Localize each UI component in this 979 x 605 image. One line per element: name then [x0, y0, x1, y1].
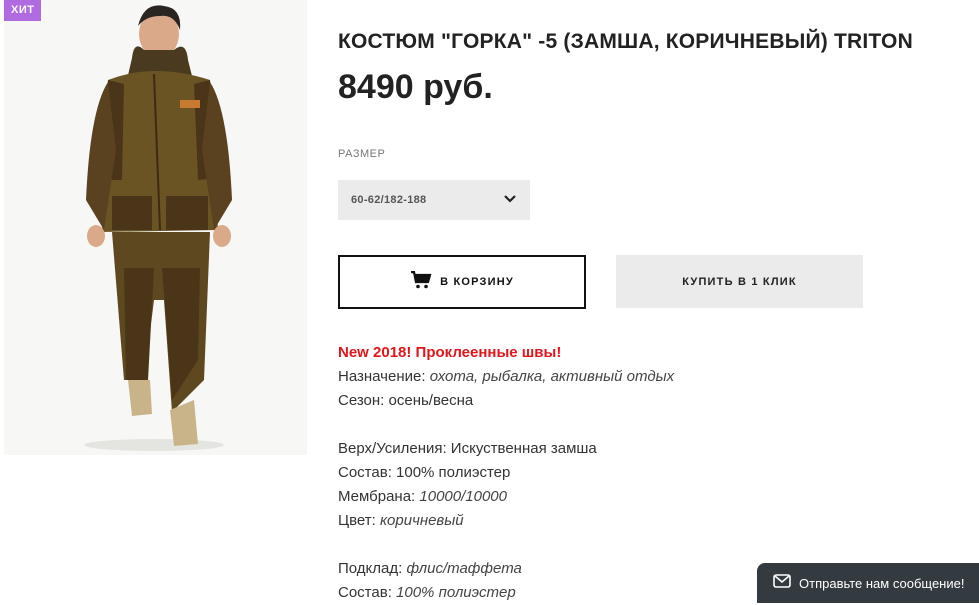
composition-line: Состав: 100% полиэстер [338, 464, 511, 481]
product-image[interactable]: ХИТ [4, 0, 307, 455]
membrane-line: Мембрана: 10000/10000 [338, 485, 674, 509]
chat-widget-button[interactable]: Отправьте нам сообщение! [757, 563, 979, 603]
purpose-value: охота, рыбалка, активный отдых [429, 368, 675, 385]
size-select[interactable]: 60-62/182-188 [338, 180, 530, 220]
color-line: Цвет: коричневый [338, 509, 674, 533]
season-line: Сезон: осень/весна [338, 392, 474, 409]
lining-label: Подклад: [338, 560, 403, 577]
cart-icon [410, 270, 432, 294]
product-description: New 2018! Проклеенные швы! Назначение: о… [338, 341, 674, 605]
lining-composition-line: Состав: 100% полиэстер [338, 581, 674, 605]
size-label: РАЗМЕР [338, 148, 386, 160]
size-selected-value: 60-62/182-188 [351, 194, 427, 206]
lining-line: Подклад: флис/таффета [338, 557, 674, 581]
product-price: 8490 руб. [338, 68, 493, 106]
purpose-line: Назначение: охота, рыбалка, активный отд… [338, 365, 674, 389]
top-material-line: Верх/Усиления: Искуственная замша [338, 440, 597, 457]
add-to-cart-label: В КОРЗИНУ [440, 276, 514, 288]
membrane-label: Мембрана: [338, 488, 416, 505]
membrane-value: 10000/10000 [419, 488, 507, 505]
suit-illustration [4, 0, 307, 455]
lining-value: флис/таффета [406, 560, 522, 577]
chat-label: Отправьте нам сообщение! [799, 575, 965, 591]
product-title: КОСТЮМ "ГОРКА" -5 (ЗАМША, КОРИЧНЕВЫЙ) TR… [338, 30, 913, 53]
purpose-label: Назначение: [338, 368, 426, 385]
buy-one-click-button[interactable]: КУПИТЬ В 1 КЛИК [616, 255, 863, 308]
lining-composition-label: Состав: [338, 584, 392, 601]
buy-one-click-label: КУПИТЬ В 1 КЛИК [682, 275, 797, 288]
chevron-down-icon [503, 191, 517, 209]
color-label: Цвет: [338, 512, 376, 529]
color-value: коричневый [379, 512, 464, 529]
lining-composition-value: 100% полиэстер [396, 584, 516, 601]
mail-icon [773, 573, 791, 593]
add-to-cart-button[interactable]: В КОРЗИНУ [338, 255, 586, 309]
highlight-text: New 2018! Проклеенные швы! [338, 344, 562, 361]
hit-badge: ХИТ [4, 0, 42, 21]
